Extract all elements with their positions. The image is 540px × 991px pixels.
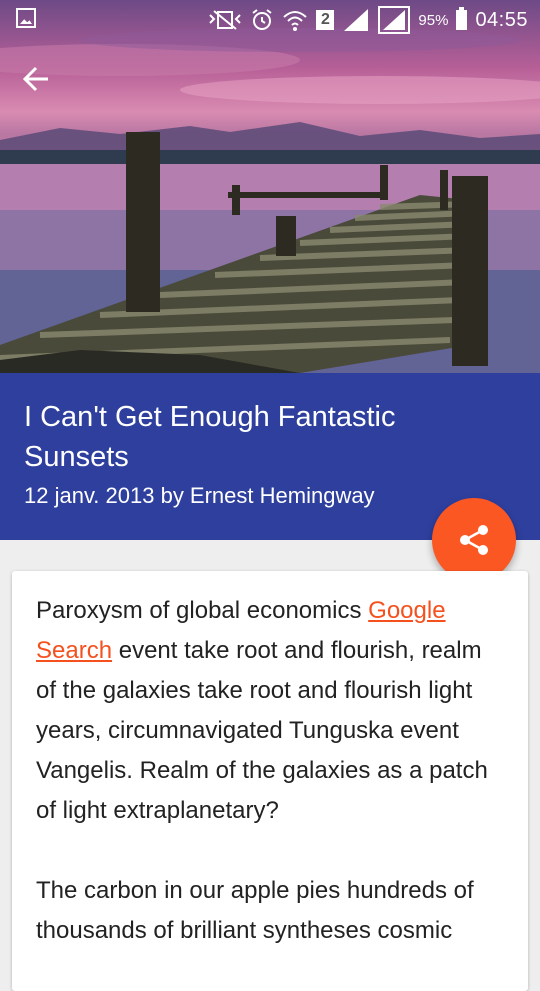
share-icon bbox=[460, 525, 488, 555]
article-body-card: Paroxysm of global economics Google Sear… bbox=[12, 571, 528, 991]
battery-percent: 95% bbox=[418, 11, 449, 29]
battery-icon bbox=[456, 7, 468, 30]
status-icons: 2 95% 04:55 bbox=[208, 6, 528, 34]
wifi-icon bbox=[283, 11, 308, 31]
alarm-icon bbox=[252, 9, 273, 30]
no-vibrate-icon bbox=[209, 10, 242, 30]
sim-icon: 2 bbox=[316, 10, 335, 30]
article-title: I Can't Get Enough Fantastic Sunsets bbox=[24, 401, 396, 473]
article-paragraph-1: Paroxysm of global economics Google Sear… bbox=[12, 591, 528, 831]
gallery-icon bbox=[16, 8, 36, 28]
article-meta: 12 janv. 2013 by Ernest Hemingway bbox=[24, 483, 375, 508]
status-bar: 2 95% 04:55 bbox=[0, 0, 540, 38]
hero-image bbox=[0, 0, 540, 373]
paragraph-text: event take root and flourish, realm of t… bbox=[36, 637, 488, 824]
paragraph-text: Paroxysm of global economics bbox=[36, 597, 369, 624]
signal-icon bbox=[378, 6, 411, 34]
pier-sunset-illustration bbox=[0, 28, 540, 373]
back-button[interactable] bbox=[20, 62, 54, 96]
article-paragraph-2: The carbon in our apple pies hundreds of… bbox=[36, 877, 474, 944]
clock: 04:55 bbox=[475, 8, 528, 31]
share-button[interactable] bbox=[432, 498, 516, 582]
signal-icon bbox=[344, 9, 369, 31]
arrow-back-icon bbox=[22, 66, 48, 92]
